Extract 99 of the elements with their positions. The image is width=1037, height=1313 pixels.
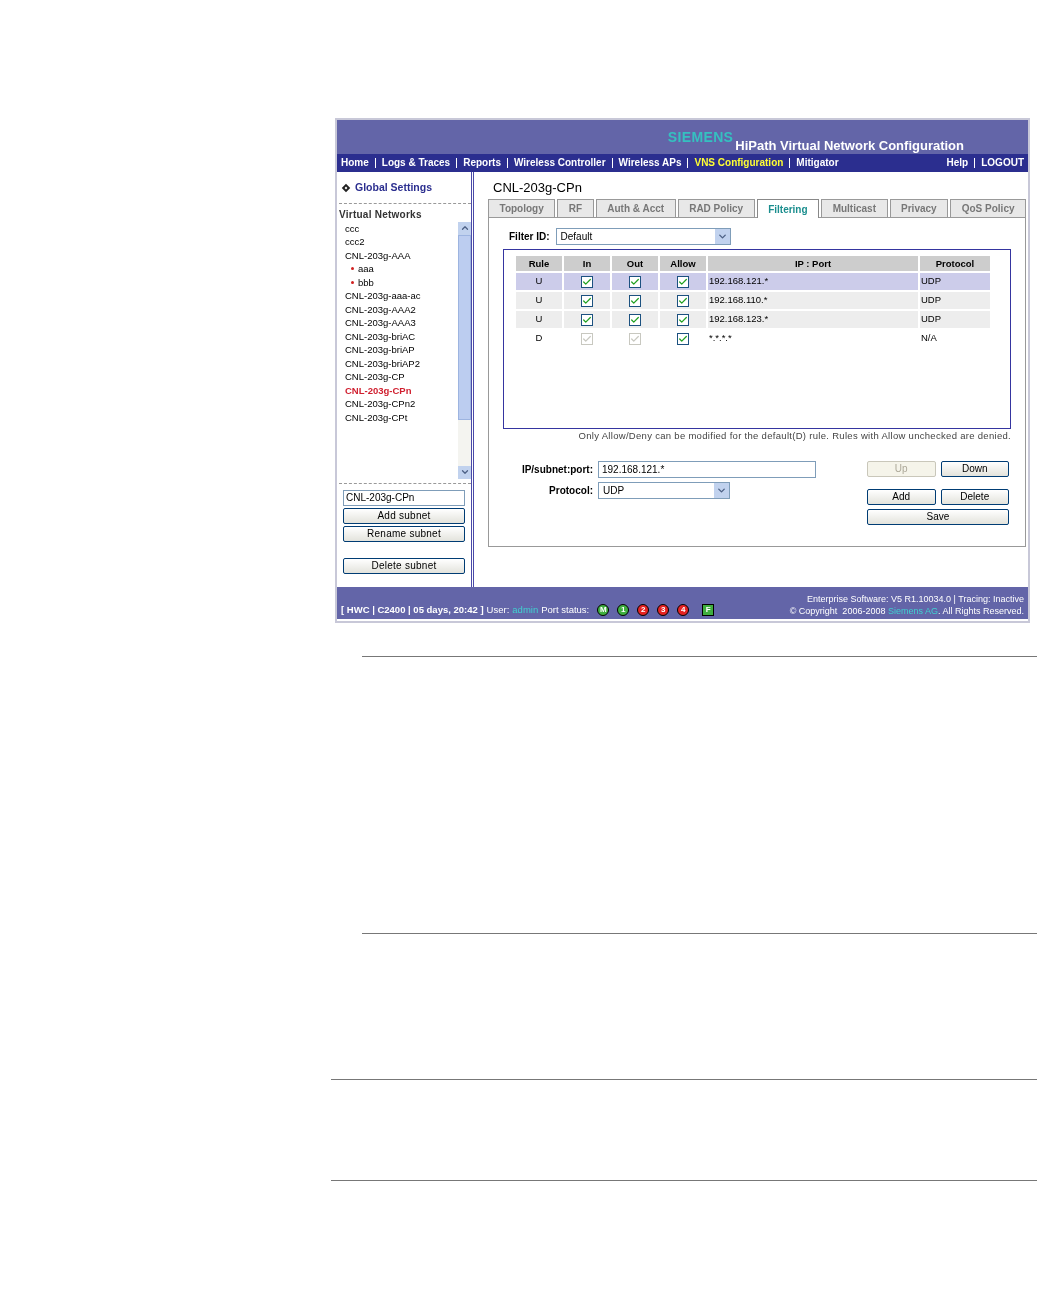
column-header: Rule bbox=[516, 256, 562, 271]
button[interactable]: Delete subnet bbox=[343, 557, 465, 574]
help-note: Only Allow/Deny can be modified for the default(D) rule. Rules with Allow unchecked are denied. bbox=[578, 429, 1011, 443]
checkbox[interactable] bbox=[581, 313, 593, 326]
table-cell: 192.168.110.* bbox=[708, 292, 918, 309]
port-status-indicator: 3 bbox=[657, 603, 670, 616]
button[interactable]: Delete bbox=[940, 489, 1009, 506]
column-header: Allow bbox=[660, 256, 706, 271]
network-item[interactable]: CNL-203g-CPt bbox=[345, 410, 423, 425]
button[interactable]: Add subnet bbox=[343, 507, 465, 524]
tab[interactable]: Privacy bbox=[889, 199, 949, 217]
tab[interactable]: Multicast bbox=[821, 199, 888, 217]
copyright-text: © Copyright 2006-2008 bbox=[789, 605, 887, 617]
scrollbar[interactable] bbox=[458, 221, 471, 479]
table-cell: U bbox=[516, 292, 562, 309]
network-item[interactable]: ccc2 bbox=[345, 235, 423, 249]
nav-link[interactable]: Reports bbox=[456, 158, 507, 168]
column-header: In bbox=[564, 256, 610, 271]
table-cell: 192.168.121.* bbox=[708, 273, 918, 290]
table-cell: U bbox=[516, 311, 562, 328]
network-item[interactable]: CNL-203g-briAP2 bbox=[345, 356, 423, 371]
network-item[interactable]: CNL-203g-CP bbox=[345, 370, 423, 384]
protocol-select[interactable]: UDP bbox=[598, 482, 730, 500]
tab[interactable]: RAD Policy bbox=[677, 199, 755, 217]
tab[interactable]: RF bbox=[557, 199, 594, 217]
system-info: [ HWC | C2400 | 05 days, 20:42 ] bbox=[341, 602, 484, 617]
tab[interactable]: Auth & Acct bbox=[595, 199, 676, 217]
network-item[interactable]: CNL-203g-CPn2 bbox=[345, 397, 423, 411]
network-item[interactable]: CNL-203g-briAC bbox=[345, 329, 423, 344]
port-status-label: Port status: bbox=[541, 602, 590, 617]
ip-subnet-port-field[interactable]: 192.168.121.* bbox=[598, 461, 816, 479]
bullet-icon bbox=[351, 267, 354, 271]
table-cell: U bbox=[516, 273, 562, 290]
checkbox[interactable] bbox=[581, 294, 593, 307]
network-item[interactable]: CNL-203g-briAP bbox=[345, 343, 423, 357]
button[interactable]: Rename subnet bbox=[343, 525, 465, 542]
table-cell: UDP bbox=[920, 292, 990, 309]
port-status-indicator: 2 bbox=[637, 603, 650, 616]
table-cell: 192.168.123.* bbox=[708, 311, 918, 328]
checkbox[interactable] bbox=[677, 294, 689, 307]
subnet-name-field[interactable]: CNL-203g-CPn bbox=[343, 489, 465, 506]
tab[interactable]: Filtering bbox=[756, 199, 820, 218]
nav-link[interactable]: Wireless APs bbox=[611, 158, 688, 168]
scroll-thumb[interactable] bbox=[458, 234, 471, 420]
network-item[interactable]: CNL-203g-AAA3 bbox=[345, 316, 423, 330]
network-item[interactable]: CNL-203g-CPn bbox=[345, 383, 423, 398]
network-item[interactable]: CNL-203g-AAA2 bbox=[345, 302, 423, 317]
nav-link[interactable]: Home bbox=[341, 158, 375, 168]
nav-link[interactable]: VNS Configuration bbox=[687, 158, 790, 168]
port-status-indicator: 1 bbox=[617, 603, 630, 616]
button[interactable]: Save bbox=[867, 509, 1009, 526]
port-status-indicator: F bbox=[702, 603, 715, 616]
table-row[interactable]: U 192.168.110.* UDP bbox=[516, 292, 990, 309]
rights-text: . All Rights Reserved. bbox=[937, 605, 1024, 617]
network-item[interactable]: CNL-203g-aaa-ac bbox=[345, 289, 423, 303]
column-header: Out bbox=[612, 256, 658, 271]
column-header: IP : Port bbox=[708, 256, 918, 271]
field-label: Protocol: bbox=[548, 484, 593, 499]
checkbox[interactable] bbox=[677, 332, 689, 345]
user-label: User: bbox=[486, 602, 510, 617]
table-row[interactable]: U 192.168.123.* UDP bbox=[516, 311, 990, 328]
field-label: IP/subnet:port: bbox=[520, 463, 593, 478]
checkbox[interactable] bbox=[677, 313, 689, 326]
checkbox[interactable] bbox=[677, 275, 689, 288]
checkbox[interactable] bbox=[629, 275, 641, 288]
table-row[interactable]: D *.*.*.* N/A bbox=[516, 330, 990, 347]
nav-link[interactable]: Logs & Traces bbox=[374, 158, 457, 168]
network-item[interactable]: CNL-203g-AAA bbox=[345, 248, 423, 263]
nav-link[interactable]: Wireless Controller bbox=[506, 158, 612, 168]
scroll-down-icon[interactable] bbox=[458, 465, 471, 479]
port-status-indicator: M bbox=[597, 603, 610, 616]
button[interactable]: Down bbox=[940, 461, 1009, 478]
checkbox[interactable] bbox=[581, 275, 593, 288]
table-row[interactable]: U 192.168.121.* UDP bbox=[516, 273, 990, 290]
port-status-indicator: 4 bbox=[677, 603, 690, 616]
software-info: Enterprise Software: V5 R1.10034.0 | Tracing: Inactive bbox=[807, 593, 1024, 605]
table-cell: UDP bbox=[920, 273, 990, 290]
nav-link[interactable]: Help bbox=[940, 158, 975, 168]
bullet-icon bbox=[351, 280, 354, 284]
brand-logo: SIEMENS bbox=[667, 130, 734, 144]
section-title: Virtual Networks bbox=[339, 207, 423, 222]
table-cell: UDP bbox=[920, 311, 990, 328]
filter-id-label: Filter ID: bbox=[509, 230, 550, 244]
filter-id-select[interactable]: Default bbox=[555, 228, 731, 245]
tab[interactable]: QoS Policy bbox=[950, 199, 1027, 217]
global-settings-link[interactable]: Global Settings bbox=[355, 180, 432, 196]
tab[interactable]: Topology bbox=[488, 199, 556, 217]
network-item[interactable]: ccc bbox=[345, 221, 423, 236]
nav-link[interactable]: Mitigator bbox=[789, 158, 845, 168]
network-item[interactable]: aaa bbox=[358, 262, 436, 276]
network-item[interactable]: bbb bbox=[358, 275, 436, 290]
checkbox[interactable] bbox=[629, 294, 641, 307]
app-title: HiPath Virtual Network Configuration bbox=[735, 139, 964, 152]
column-header: Protocol bbox=[920, 256, 990, 271]
page-title: CNL-203g-CPn bbox=[493, 180, 583, 195]
scroll-up-icon[interactable] bbox=[458, 221, 471, 235]
button[interactable]: Add bbox=[867, 489, 936, 506]
nav-link[interactable]: LOGOUT bbox=[974, 158, 1024, 168]
checkbox[interactable] bbox=[629, 313, 641, 326]
